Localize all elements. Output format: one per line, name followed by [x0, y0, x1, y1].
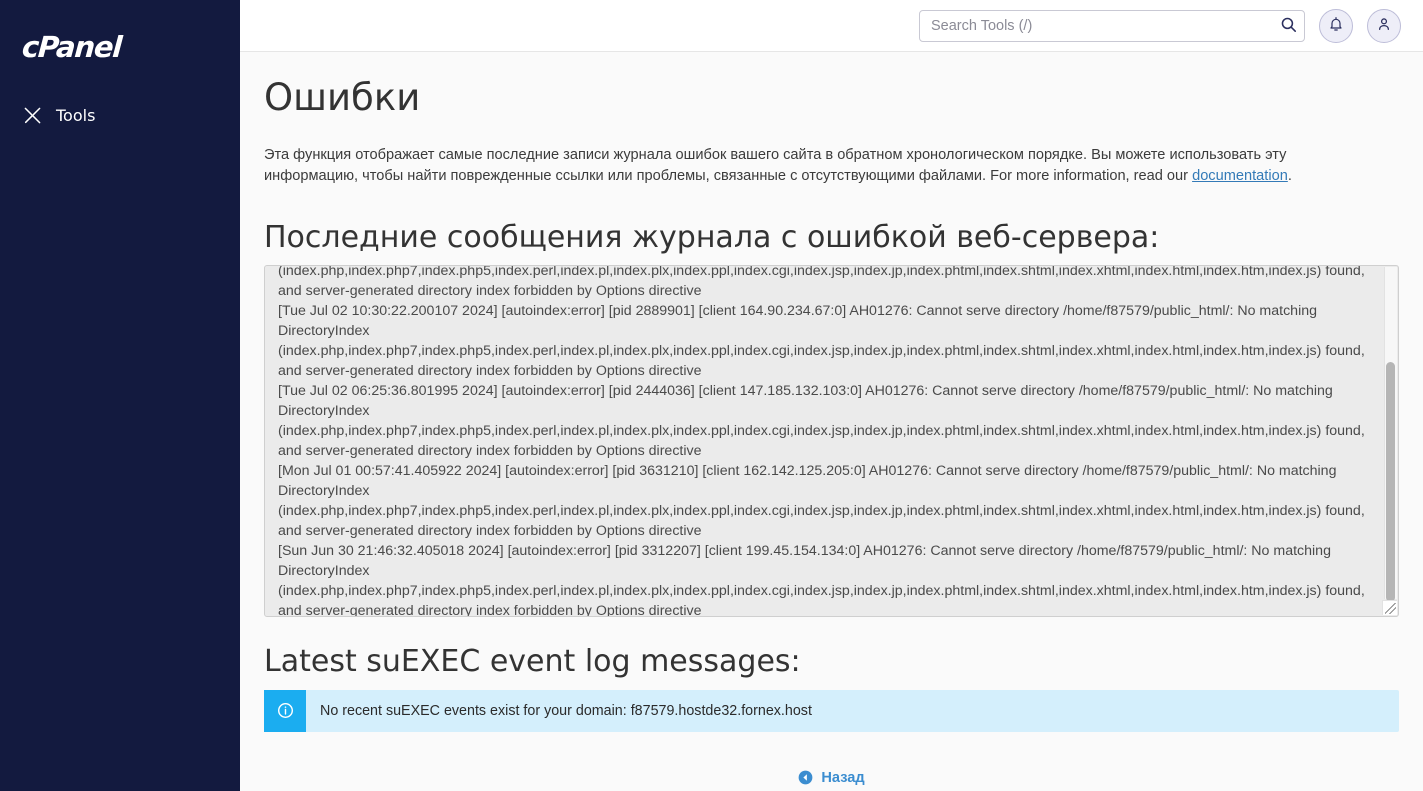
- log-entry: [Tue Jul 02 06:25:36.801995 2024] [autoi…: [278, 383, 1365, 460]
- error-log-textarea[interactable]: [Wed Jul 03 04:12:09.113402 2024] [autoi…: [264, 265, 1399, 618]
- error-log-heading: Последние сообщения журнала с ошибкой ве…: [264, 219, 1160, 255]
- search-input[interactable]: [919, 9, 1305, 42]
- app-root: cPanel Tools Search Tools (/) Ошибки Эта…: [0, 0, 1423, 791]
- log-scrollbar-thumb[interactable]: [1386, 362, 1395, 603]
- suexec-alert-message: No recent suEXEC events exist for your d…: [320, 702, 812, 719]
- page-description: Эта функция отображает самые последние з…: [264, 145, 1364, 187]
- cpanel-logo[interactable]: cPanel: [0, 22, 240, 72]
- content-area: Ошибки Эта функция отображает самые посл…: [240, 52, 1423, 791]
- search-icon: [1280, 16, 1297, 36]
- bell-icon: [1328, 16, 1344, 35]
- log-entry: [Sun Jun 30 21:46:32.405018 2024] [autoi…: [278, 543, 1365, 617]
- suexec-heading: Latest suEXEC event log messages:: [264, 644, 801, 680]
- sidebar: cPanel Tools: [0, 0, 240, 791]
- textarea-resize-handle[interactable]: [1382, 600, 1397, 616]
- sidebar-item-label: Tools: [56, 105, 96, 125]
- documentation-link[interactable]: documentation: [1192, 168, 1288, 184]
- page-title: Ошибки: [264, 76, 421, 119]
- sidebar-item-tools[interactable]: Tools: [0, 96, 240, 134]
- notifications-button[interactable]: [1319, 8, 1353, 43]
- search-container: [919, 9, 1305, 42]
- error-log-scroll-viewport: [Wed Jul 03 04:12:09.113402 2024] [autoi…: [265, 266, 1384, 616]
- error-log-entries: [Wed Jul 03 04:12:09.113402 2024] [autoi…: [278, 266, 1376, 616]
- back-link-label: Назад: [821, 769, 865, 786]
- top-bar: [240, 0, 1423, 52]
- main-area: Ошибки Эта функция отображает самые посл…: [240, 0, 1423, 791]
- arrow-left-circle-icon: [798, 770, 813, 785]
- suexec-info-alert: No recent suEXEC events exist for your d…: [264, 689, 1399, 732]
- back-link[interactable]: Назад: [798, 769, 865, 786]
- log-entry: [Tue Jul 02 10:30:22.200107 2024] [autoi…: [278, 303, 1365, 380]
- tools-icon: [22, 105, 42, 125]
- page-footer: Назад: [264, 732, 1399, 791]
- log-entry: [Mon Jul 01 00:57:41.405922 2024] [autoi…: [278, 463, 1365, 540]
- log-scrollbar-track[interactable]: [1384, 267, 1397, 603]
- log-entry: [Wed Jul 03 04:12:09.113402 2024] [autoi…: [278, 266, 1365, 300]
- user-icon: [1376, 16, 1392, 35]
- page-description-text: Эта функция отображает самые последние з…: [264, 146, 1287, 184]
- content-inner: Ошибки Эта функция отображает самые посл…: [264, 76, 1399, 791]
- page-description-tail: .: [1287, 167, 1292, 184]
- account-button[interactable]: [1367, 8, 1401, 43]
- cpanel-logo-text: cPanel: [20, 29, 123, 64]
- info-icon: [264, 689, 306, 732]
- search-button[interactable]: [1272, 11, 1304, 41]
- sidebar-nav: Tools: [0, 96, 240, 134]
